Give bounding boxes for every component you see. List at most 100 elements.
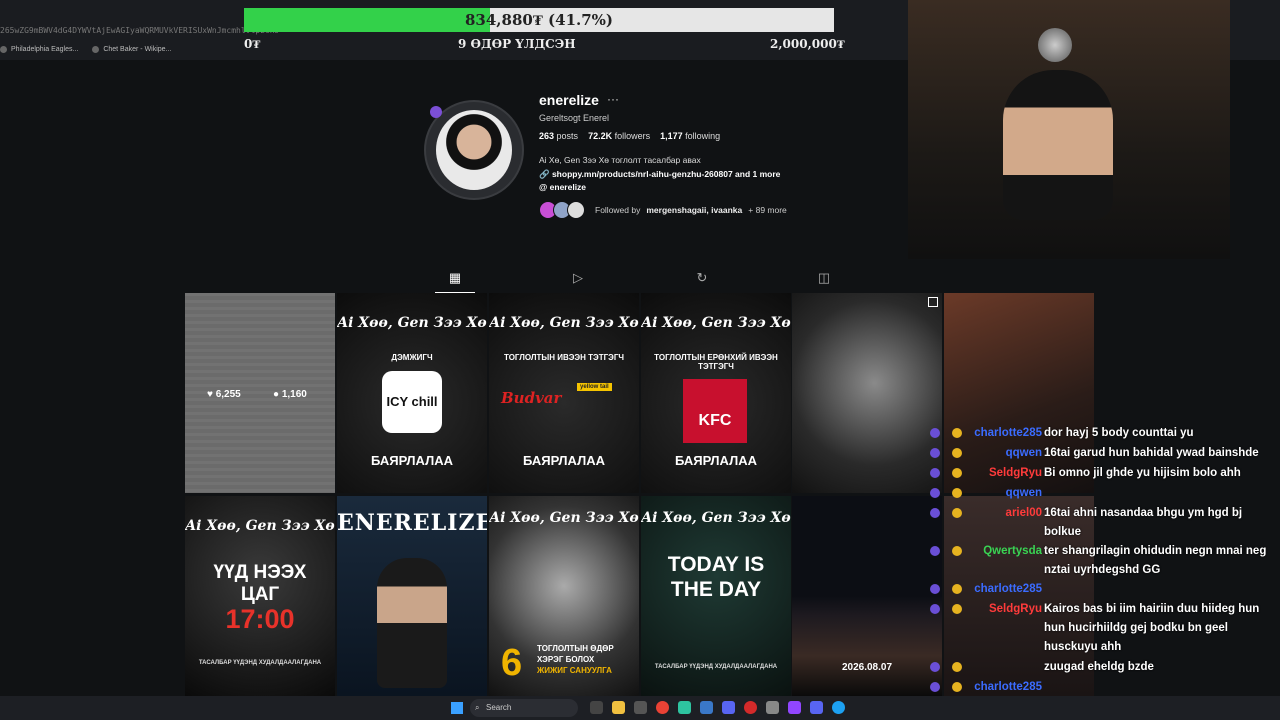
chat-username[interactable]: SeldgRyu [966,464,1042,483]
user-badge-icon [930,662,940,672]
streamer-webcam [908,0,1230,259]
site-icon [92,45,100,53]
post-tile-concert-photo[interactable] [792,293,942,493]
windows-start-icon[interactable] [451,702,463,714]
sub-badge-icon [952,428,962,438]
tab-reels[interactable]: ▷ [558,270,598,292]
user-badge-icon [930,604,940,614]
follower-avatar [567,201,585,219]
tab-posts[interactable]: ▦ [435,270,475,293]
chat-username[interactable]: charlotte285 [966,678,1042,697]
user-badge-icon [930,468,940,478]
chat-username[interactable]: ariel00 [966,504,1042,523]
post-tile-sponsor-kfc[interactable]: Ai Xөө, Gen Зээ Xө ТОГЛОЛТЫН ЕРӨНХИЙ ИВЭ… [641,293,791,493]
followed-by[interactable]: Followed by mergenshagaii, ivaanka + 89 … [539,201,787,219]
app-icon[interactable] [744,701,757,714]
grid-icon: ▦ [448,270,462,285]
edge-icon[interactable] [832,701,845,714]
user-badge-icon [930,448,940,458]
profile-bio: Ai Xө, Gen Зээ Xө тоглолт тасалбар авах [539,155,701,165]
app-icon[interactable] [678,701,691,714]
post-date: 2026.08.07 [841,662,893,673]
post-tile-reminder[interactable]: Ai Xөө, Gen Зээ Xө 6 ТОГЛОЛТЫН ӨДӨР ХЭРЭ… [489,496,639,696]
post-tile-door-time[interactable]: Ai Xөө, Gen Зээ Xө ҮҮД НЭЭХ ЦАГ 17:00 ТА… [185,496,335,696]
avatar-photo [436,110,512,190]
repost-icon: ↻ [696,270,708,285]
chat-text: 16tai garud hun bahidal ywad bainshde [1044,447,1259,459]
post-tile-restaurant-photo[interactable] [944,293,1094,493]
chat-username[interactable]: SeldgRyu [966,600,1042,619]
bookmark-eagles[interactable]: Philadelphia Eagles... [0,42,78,56]
goal-start-label: 0₮ [244,37,261,51]
post-tile-text[interactable]: ♥ 6,255 ● 1,160 [185,293,335,493]
yellow-tail-logo: yellow tail [577,383,612,391]
sub-badge-icon [952,448,962,458]
post-tile-sponsor-icy[interactable]: Ai Xөө, Gen Зээ Xө ДЭМЖИГЧ ICY chill БАЯ… [337,293,487,493]
user-badge-icon [930,682,940,692]
task-view-icon[interactable] [590,701,603,714]
post-tile-enerelize-poster[interactable]: ENERELIZE [337,496,487,696]
chat-username[interactable]: Qwertysda [966,542,1042,561]
chat-username[interactable]: charlotte285 [966,424,1042,443]
kfc-logo: KFC [683,379,747,443]
taskbar-search[interactable]: ⌕ Search [470,699,578,717]
file-explorer-icon[interactable] [612,701,625,714]
icy-chill-logo: ICY chill [382,371,442,433]
followers-count[interactable]: 72.2K followers [588,131,650,141]
artist-photo [377,558,447,688]
sub-badge-icon [952,546,962,556]
discord-icon[interactable] [810,701,823,714]
profile-link[interactable]: 🔗 shoppy.mn/products/nrl-aihu-genzhu-260… [539,169,780,180]
reminder-number: 6 [501,642,523,684]
reels-icon: ▷ [573,270,583,285]
goal-target-label: 2,000,000₮ [770,37,845,51]
streamer-face [1003,70,1113,220]
post-tile-today[interactable]: Ai Xөө, Gen Зээ Xө TODAY IS THE DAY ТАСА… [641,496,791,696]
sub-badge-icon [952,488,962,498]
bookmark-chet-baker[interactable]: Chet Baker - Wikipe... [92,42,171,56]
chat-text: Kairos bas bi iim hairiin duu hiideg hun… [1044,603,1260,653]
profile-username: enerelize [539,92,599,108]
chat-text: 16tai ahni nasandaa bhgu ym hgd bj bolku… [1044,507,1243,538]
profile-tabs: ▦ ▷ ↻ ◫ [184,266,1094,293]
chat-username[interactable]: qqwen [966,484,1042,503]
carousel-icon [928,297,938,307]
sub-badge-icon [952,584,962,594]
search-icon: ⌕ [475,703,480,712]
budvar-logo: Budvar [501,389,562,407]
tab-reposts[interactable]: ↻ [682,270,722,292]
sub-badge-icon [952,682,962,692]
chat-text: Bi omno jil ghde yu hijisim bolo ahh [1044,467,1241,479]
twitch-icon[interactable] [788,701,801,714]
tagged-icon: ◫ [817,270,831,285]
sub-badge-icon [952,508,962,518]
more-options-icon[interactable]: ··· [607,92,619,106]
chat-text: dor hayj 5 body counttai yu [1044,427,1194,439]
post-tile-city-night[interactable]: 2026.08.07 [792,496,942,696]
app-icon[interactable] [700,701,713,714]
chat-username[interactable]: qqwen [966,444,1042,463]
new-story-badge-icon [430,106,442,118]
post-tile-sponsor-budvar[interactable]: Ai Xөө, Gen Зээ Xө ТОГЛОЛТЫН ИВЭЭН ТЭТГЭ… [489,293,639,493]
following-count[interactable]: 1,177 following [660,131,720,141]
app-icon[interactable] [766,701,779,714]
goal-current-amount: 834,880₮ (41.7%) [464,11,614,29]
threads-link[interactable]: @ enerelize [539,182,586,192]
post-comment-count: ● 1,160 [273,389,307,400]
profile-stats: 263 posts 72.2K followers 1,177 followin… [539,131,720,141]
sub-badge-icon [952,662,962,672]
store-icon[interactable] [634,701,647,714]
user-badge-icon [930,584,940,594]
post-like-count: ♥ 6,255 [207,389,241,400]
profile-full-name: Gereltsogt Enerel [539,113,610,123]
sub-badge-icon [952,468,962,478]
user-badge-icon [930,428,940,438]
chrome-icon[interactable] [656,701,669,714]
sub-badge-icon [952,604,962,614]
posts-count: 263 posts [539,131,579,141]
goal-days-left: 9 ӨДӨР ҮЛДСЭН [458,37,576,51]
chat-username[interactable]: charlotte285 [966,580,1042,599]
discord-icon[interactable] [722,701,735,714]
tab-tagged[interactable]: ◫ [804,270,844,292]
wall-lamp [1038,28,1072,62]
